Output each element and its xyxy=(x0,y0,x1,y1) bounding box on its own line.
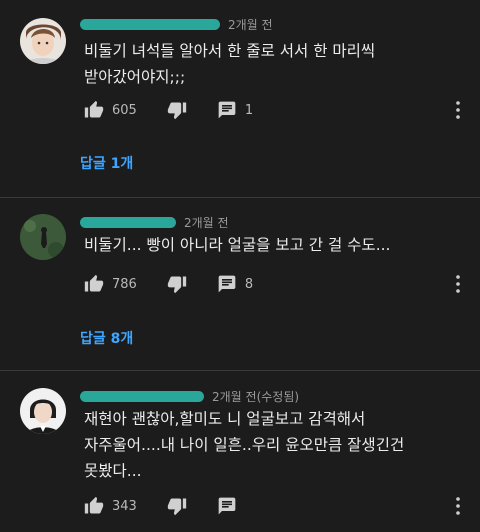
comment-actions: 786 8 xyxy=(84,272,253,296)
comment-timestamp[interactable]: 2개월 전 xyxy=(228,16,273,33)
reply-count: 1 xyxy=(244,102,254,118)
reply-icon xyxy=(217,496,237,516)
reply-icon xyxy=(217,100,237,120)
dislike-button[interactable] xyxy=(167,100,187,120)
reply-icon xyxy=(217,274,237,294)
comment-timestamp[interactable]: 2개월 전(수정됨) xyxy=(212,388,299,405)
author-name-redacted[interactable] xyxy=(80,216,176,228)
more-options-button[interactable] xyxy=(450,100,466,120)
avatar[interactable] xyxy=(20,18,66,64)
author-row: 2개월 전(수정됨) xyxy=(80,386,299,406)
view-replies-link[interactable]: 답글 8개 xyxy=(80,328,133,348)
view-replies-link[interactable]: 답글 1개 xyxy=(80,153,133,173)
author-row: 2개월 전 xyxy=(80,14,273,34)
dislike-icon xyxy=(167,100,187,120)
comment-actions: 605 1 xyxy=(84,98,253,122)
author-row: 2개월 전 xyxy=(80,212,229,232)
comment-actions: 343 xyxy=(84,494,245,518)
reply-count: 8 xyxy=(244,276,254,292)
comment-divider xyxy=(0,370,480,371)
like-icon xyxy=(84,100,104,120)
like-count: 343 xyxy=(112,498,137,514)
reply-button[interactable] xyxy=(217,496,245,516)
avatar[interactable] xyxy=(20,388,66,434)
more-options-button[interactable] xyxy=(450,274,466,294)
avatar[interactable] xyxy=(20,214,66,260)
like-button[interactable]: 605 xyxy=(84,100,137,120)
reply-button[interactable]: 8 xyxy=(217,274,253,294)
reply-button[interactable]: 1 xyxy=(217,100,253,120)
comment-text: 재현아 괜찮아,할미도 니 얼굴보고 감격해서 자주울어....내 나이 일흔.… xyxy=(84,410,405,480)
dislike-icon xyxy=(167,496,187,516)
more-vert-icon xyxy=(450,274,466,294)
author-name-redacted[interactable] xyxy=(80,18,220,30)
more-vert-icon xyxy=(450,100,466,120)
more-vert-icon xyxy=(450,496,466,516)
more-options-button[interactable] xyxy=(450,496,466,516)
dislike-button[interactable] xyxy=(167,274,187,294)
dislike-button[interactable] xyxy=(167,496,187,516)
comment-text: 비둘기 녀석들 알아서 한 줄로 서서 한 마리씩 받아갔어야지;;; xyxy=(84,42,376,86)
like-icon xyxy=(84,496,104,516)
like-icon xyxy=(84,274,104,294)
dislike-icon xyxy=(167,274,187,294)
comment-timestamp[interactable]: 2개월 전 xyxy=(184,214,229,231)
like-count: 605 xyxy=(112,102,137,118)
author-name-redacted[interactable] xyxy=(80,390,204,402)
like-button[interactable]: 786 xyxy=(84,274,137,294)
like-count: 786 xyxy=(112,276,137,292)
comment-text: 비둘기... 빵이 아니라 얼굴을 보고 간 걸 수도... xyxy=(84,236,391,254)
like-button[interactable]: 343 xyxy=(84,496,137,516)
comment-divider xyxy=(0,197,480,198)
